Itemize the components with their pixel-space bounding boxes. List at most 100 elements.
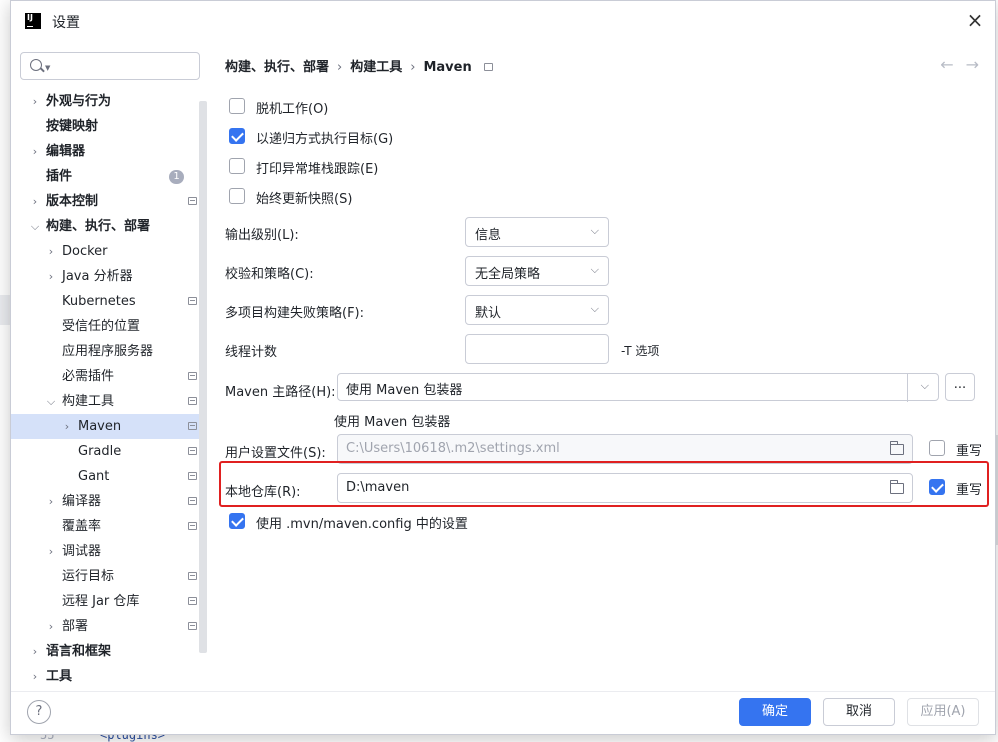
sidebar-item-label: 受信任的位置 xyxy=(62,319,141,334)
settings-dialog: IJ 设置 × ▼ › 外观与行为 按键映射 › 编辑器 插件 1 › 版本控制 ⌵ 构建、执行、部… xyxy=(10,0,996,735)
chevron-right-icon[interactable]: › xyxy=(45,614,57,639)
sidebar-item[interactable]: 按键映射 xyxy=(11,114,207,139)
thread-count-input[interactable] xyxy=(465,334,609,364)
sidebar-item[interactable]: › Maven xyxy=(11,414,207,439)
sidebar-item[interactable]: › Java 分析器 xyxy=(11,264,207,289)
chevron-right-icon[interactable]: › xyxy=(45,539,57,564)
sidebar-scrollbar[interactable] xyxy=(199,101,207,653)
help-button[interactable]: ? xyxy=(27,700,51,724)
sidebar-item[interactable]: › 编译器 xyxy=(11,489,207,514)
title-bar: IJ 设置 × xyxy=(11,1,995,41)
output-level-select[interactable]: 信息 ⌵ xyxy=(465,217,609,247)
sidebar-item[interactable]: › Docker xyxy=(11,239,207,264)
project-scope-icon xyxy=(188,197,197,205)
checkbox-box[interactable] xyxy=(229,158,245,174)
chevron-right-icon[interactable]: › xyxy=(61,414,73,439)
search-icon xyxy=(30,59,42,71)
close-icon[interactable]: × xyxy=(965,10,985,31)
user-settings-input[interactable]: C:\Users\10618\.m2\settings.xml xyxy=(337,434,913,464)
sidebar-item-label: Java 分析器 xyxy=(62,269,133,284)
sidebar-item-label: 按键映射 xyxy=(46,119,99,134)
chevron-down-icon[interactable]: ⌵ xyxy=(45,389,57,414)
forward-arrow-icon[interactable]: → xyxy=(966,55,991,74)
sidebar-item[interactable]: › 工具 xyxy=(11,664,207,689)
sidebar-item[interactable]: 应用程序服务器 xyxy=(11,339,207,364)
sidebar-item-label: 构建工具 xyxy=(62,394,115,409)
chevron-right-icon[interactable]: › xyxy=(29,189,41,214)
checkbox-label: 使用 .mvn/maven.config 中的设置 xyxy=(256,517,468,532)
sidebar-item[interactable]: › 外观与行为 xyxy=(11,89,207,114)
search-input[interactable]: ▼ xyxy=(20,52,200,80)
sidebar-item[interactable]: ⌵ 构建、执行、部署 xyxy=(11,214,207,239)
editor-gutter-strip xyxy=(0,295,10,325)
multiproject-fail-select[interactable]: 默认 ⌵ xyxy=(465,295,609,325)
input-value: 使用 Maven 包装器 xyxy=(346,383,463,398)
folder-icon[interactable] xyxy=(890,441,904,455)
sidebar-item[interactable]: › 编辑器 xyxy=(11,139,207,164)
sidebar-item[interactable]: 必需插件 xyxy=(11,364,207,389)
maven-home-resolved-hint: 使用 Maven 包装器 xyxy=(334,415,451,430)
checkbox-label: 始终更新快照(S) xyxy=(256,192,353,207)
thread-count-label: 线程计数 xyxy=(225,345,278,360)
combo-divider xyxy=(907,374,908,402)
checkbox-box[interactable] xyxy=(229,188,245,204)
select-value: 默认 xyxy=(475,306,502,321)
chevron-right-icon[interactable]: › xyxy=(45,264,57,289)
sidebar-item-label: 版本控制 xyxy=(46,194,99,209)
sidebar-item[interactable]: › 调试器 xyxy=(11,539,207,564)
sidebar-item[interactable]: 远程 Jar 仓库 xyxy=(11,589,207,614)
sidebar-item[interactable]: Kubernetes xyxy=(11,289,207,314)
maven-home-label: Maven 主路径(H): xyxy=(225,385,336,400)
breadcrumb-separator: › xyxy=(410,60,416,75)
sidebar-item[interactable]: 受信任的位置 xyxy=(11,314,207,339)
sidebar-item-label: 构建、执行、部署 xyxy=(46,219,151,234)
checkbox-label: 重写 xyxy=(956,444,983,459)
breadcrumb-separator: › xyxy=(337,60,343,75)
search-options-caret-icon[interactable]: ▼ xyxy=(45,64,50,72)
chevron-down-icon[interactable]: ⌵ xyxy=(921,379,929,393)
sidebar-item[interactable]: 运行目标 xyxy=(11,564,207,589)
project-scope-icon xyxy=(188,622,197,630)
settings-content: 构建、执行、部署 › 构建工具 › Maven ←→ 脱机工作(O) 以递归方式执行目标… xyxy=(207,41,997,691)
sidebar-item-label: 插件 xyxy=(46,169,73,184)
sidebar-item[interactable]: › 语言和框架 xyxy=(11,639,207,664)
chevron-right-icon[interactable]: › xyxy=(29,639,41,664)
sidebar-item-label: Docker xyxy=(62,244,108,259)
sidebar-item[interactable]: 覆盖率 xyxy=(11,514,207,539)
sidebar-item-label: 语言和框架 xyxy=(46,644,112,659)
input-value: C:\Users\10618\.m2\settings.xml xyxy=(346,441,560,456)
checkbox-label: 打印异常堆栈跟踪(E) xyxy=(256,162,379,177)
sidebar-item[interactable]: Gant xyxy=(11,464,207,489)
chevron-right-icon[interactable]: › xyxy=(45,489,57,514)
sidebar-item[interactable]: › 部署 xyxy=(11,614,207,639)
breadcrumb-item[interactable]: 构建工具 xyxy=(350,60,402,75)
sidebar-item[interactable]: 插件 1 xyxy=(11,164,207,189)
chevron-right-icon[interactable]: › xyxy=(29,664,41,689)
cancel-button[interactable]: 取消 xyxy=(823,698,895,726)
back-arrow-icon[interactable]: ← xyxy=(940,55,965,74)
chevron-right-icon[interactable]: › xyxy=(45,239,57,264)
checkbox-box[interactable] xyxy=(229,128,245,144)
browse-maven-home-button[interactable]: ... xyxy=(945,373,975,401)
chevron-down-icon[interactable]: ⌵ xyxy=(29,214,41,239)
output-level-label: 输出级别(L): xyxy=(225,228,299,243)
breadcrumb-item[interactable]: 构建、执行、部署 xyxy=(225,60,329,75)
apply-button[interactable]: 应用(A) xyxy=(907,698,979,726)
chevron-right-icon[interactable]: › xyxy=(29,139,41,164)
checkbox-box[interactable] xyxy=(229,98,245,114)
sidebar-item-label: 覆盖率 xyxy=(62,519,102,534)
project-scope-icon xyxy=(188,397,197,405)
sidebar-item-label: 编辑器 xyxy=(46,144,86,159)
sidebar-item[interactable]: › 版本控制 xyxy=(11,189,207,214)
sidebar-item[interactable]: Gradle xyxy=(11,439,207,464)
checkbox-box[interactable] xyxy=(929,440,945,456)
checkbox-box[interactable] xyxy=(229,513,245,529)
ok-button[interactable]: 确定 xyxy=(739,698,811,726)
sidebar-item-label: 工具 xyxy=(46,669,73,684)
checksum-policy-select[interactable]: 无全局策略 ⌵ xyxy=(465,256,609,286)
maven-home-combo[interactable]: 使用 Maven 包装器 ⌵ xyxy=(337,373,939,402)
sidebar-item[interactable]: ⌵ 构建工具 xyxy=(11,389,207,414)
chevron-right-icon[interactable]: › xyxy=(29,89,41,114)
checkbox-label: 脱机工作(O) xyxy=(256,102,329,117)
breadcrumb-item-current: Maven xyxy=(423,60,472,75)
